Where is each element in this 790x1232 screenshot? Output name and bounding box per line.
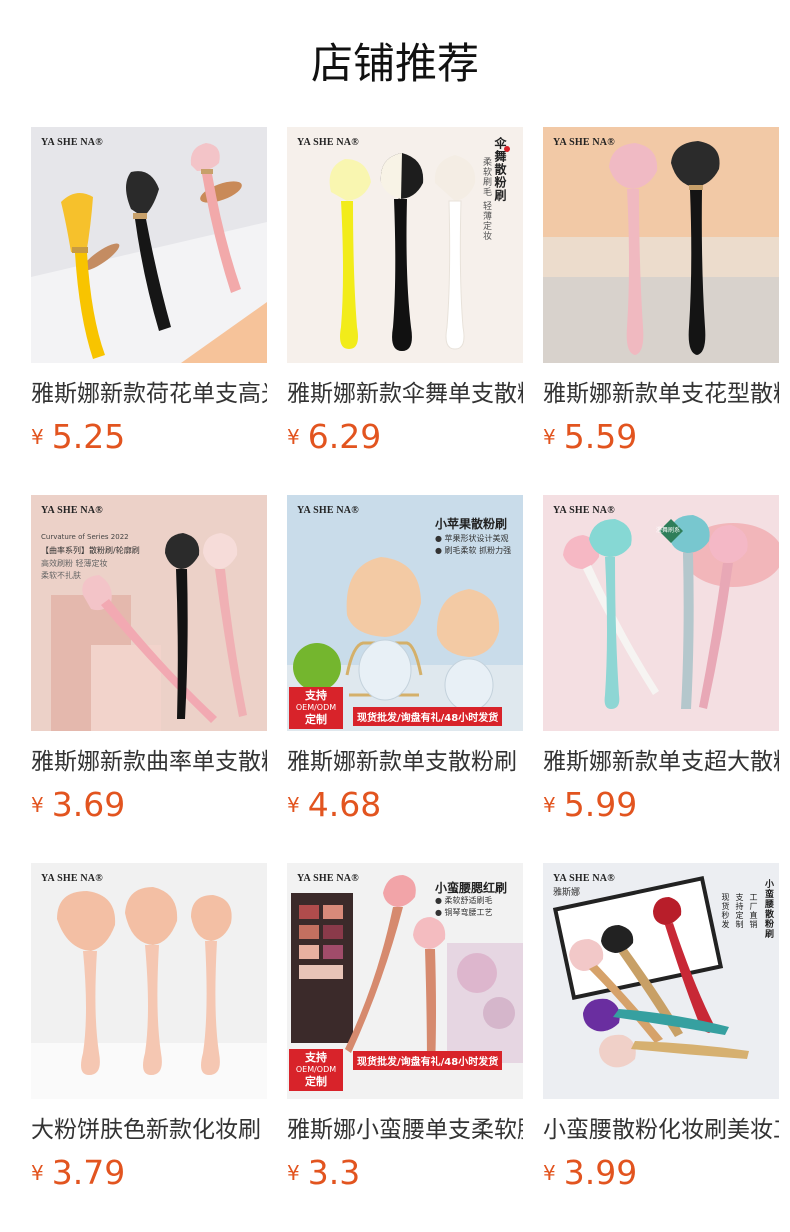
image-bullet-2: ● 铜琴弯腰工艺 <box>435 908 493 917</box>
price-value: 6.29 <box>307 417 382 456</box>
price-value: 3.3 <box>307 1153 361 1192</box>
image-col-1: 工厂直销 <box>749 893 758 929</box>
product-image[interactable]: YA SHE NA® <box>31 127 267 363</box>
image-title: 小蛮腰腮红刷 <box>435 881 508 895</box>
product-card[interactable]: YA SHE NA® 雅斯娜 小蛮腰散粉刷 工厂直销 支持定制 现货秒发 小蛮腰… <box>543 863 779 1203</box>
currency-symbol: ¥ <box>31 1161 44 1185</box>
currency-symbol: ¥ <box>31 793 44 817</box>
product-image[interactable]: YA SHE NA® 雅斯娜 小蛮腰散粉刷 工厂直销 支持定制 现货秒发 <box>543 863 779 1099</box>
product-price: ¥5.25 <box>31 417 125 457</box>
product-name[interactable]: 雅斯娜新款单支散粉刷 <box>287 747 523 777</box>
product-image[interactable]: YA SHE NA® Curvature of Series 2022 【曲率系… <box>31 495 267 731</box>
price-value: 5.99 <box>563 785 638 824</box>
product-name[interactable]: 雅斯娜新款曲率单支散粉刷 <box>31 747 267 777</box>
product-card[interactable]: YA SHE NA® 大粉饼肤色新款化妆刷 ¥3.79 <box>31 863 267 1203</box>
product-price: ¥3.3 <box>287 1153 360 1193</box>
image-feature-2: 柔软不扎肤 <box>41 571 81 580</box>
brand-label: YA SHE NA® <box>553 505 615 516</box>
oem-badge: 支持 OEM/ODM 定制 <box>289 1049 343 1091</box>
product-card[interactable]: YA SHE NA® Curvature of Series 2022 【曲率系… <box>31 495 267 835</box>
product-name[interactable]: 雅斯娜新款单支花型散粉刷 <box>543 379 779 409</box>
product-card[interactable]: YA SHE NA® 漫舞刷系 雅斯娜新款单支超大散粉刷 ¥5.99 <box>543 495 779 835</box>
product-card[interactable]: YA SHE NA® 伞舞散粉刷 柔软刷毛 轻薄定妆 雅斯娜新款伞舞单支散粉刷 … <box>287 127 523 467</box>
price-value: 3.99 <box>563 1153 638 1192</box>
product-name[interactable]: 雅斯娜新款荷花单支高光散粉刷 <box>31 379 267 409</box>
image-vertical-title: 小蛮腰散粉刷 <box>763 879 773 939</box>
oem-badge-bottom: 定制 <box>305 713 327 726</box>
product-image[interactable]: YA SHE NA® 漫舞刷系 <box>543 495 779 731</box>
product-price: ¥3.99 <box>543 1153 637 1193</box>
image-vertical-title: 伞舞散粉刷 <box>493 137 507 202</box>
price-value: 3.79 <box>51 1153 126 1192</box>
promo-banner: 现货批发/询盘有礼/48小时发货 <box>353 1051 503 1070</box>
product-price: ¥3.79 <box>31 1153 125 1193</box>
brand-label: YA SHE NA® <box>41 873 103 884</box>
image-bullet-1: ● 苹果形状设计美观 <box>435 534 509 543</box>
image-badge: 漫舞刷系 <box>656 527 681 534</box>
product-price: ¥4.68 <box>287 785 381 825</box>
price-value: 3.69 <box>51 785 126 824</box>
oem-badge-bottom: 定制 <box>305 1075 327 1088</box>
product-image[interactable]: YA SHE NA® 小苹果散粉刷 ● 苹果形状设计美观 ● 刷毛柔软 抓粉力强… <box>287 495 523 731</box>
brand-label: YA SHE NA® <box>297 873 359 884</box>
oem-badge-top: 支持 <box>305 1051 327 1064</box>
brand-label: YA SHE NA® <box>553 873 615 884</box>
oem-badge-top: 支持 <box>305 689 327 702</box>
currency-symbol: ¥ <box>31 425 44 449</box>
image-series-en: Curvature of Series 2022 <box>41 533 129 541</box>
product-price: ¥5.99 <box>543 785 637 825</box>
price-value: 5.25 <box>51 417 126 456</box>
image-vertical-subtitle: 柔软刷毛 轻薄定妆 <box>481 157 491 241</box>
image-col-2: 支持定制 <box>735 893 744 929</box>
product-name[interactable]: 雅斯娜新款单支超大散粉刷 <box>543 747 779 777</box>
product-image[interactable]: YA SHE NA® <box>543 127 779 363</box>
currency-symbol: ¥ <box>543 425 556 449</box>
product-image[interactable]: YA SHE NA® 伞舞散粉刷 柔软刷毛 轻薄定妆 <box>287 127 523 363</box>
product-card[interactable]: YA SHE NA® 小蛮腰腮红刷 ● 柔软舒适刷毛 ● 铜琴弯腰工艺 支持 O… <box>287 863 523 1203</box>
oem-badge: 支持 OEM/ODM 定制 <box>289 687 343 729</box>
product-card[interactable]: YA SHE NA® 雅斯娜新款荷花单支高光散粉刷 ¥5.25 <box>31 127 267 467</box>
product-card[interactable]: YA SHE NA® 小苹果散粉刷 ● 苹果形状设计美观 ● 刷毛柔软 抓粉力强… <box>287 495 523 835</box>
currency-symbol: ¥ <box>543 1161 556 1185</box>
image-series-cn: 【曲率系列】散粉刷/轮廓刷 <box>41 546 140 555</box>
currency-symbol: ¥ <box>287 425 300 449</box>
product-name[interactable]: 雅斯娜新款伞舞单支散粉刷 <box>287 379 523 409</box>
brand-label: YA SHE NA® <box>297 137 359 148</box>
image-bullet-2-text: 铜琴弯腰工艺 <box>444 908 493 917</box>
image-feature-1: 高效刷粉 轻薄定妆 <box>41 559 108 568</box>
page-title: 店铺推荐 <box>310 39 479 88</box>
image-bullet-1-text: 苹果形状设计美观 <box>444 534 509 543</box>
product-image[interactable]: YA SHE NA® <box>31 863 267 1099</box>
product-name[interactable]: 小蛮腰散粉化妆刷美妆工具 <box>543 1115 779 1145</box>
currency-symbol: ¥ <box>287 793 300 817</box>
image-bullet-1-text: 柔软舒适刷毛 <box>444 896 493 905</box>
product-price: ¥5.59 <box>543 417 637 457</box>
promo-banner: 现货批发/询盘有礼/48小时发货 <box>353 707 503 726</box>
product-card[interactable]: YA SHE NA® 雅斯娜新款单支花型散粉刷 ¥5.59 <box>543 127 779 467</box>
brand-label: YA SHE NA® <box>297 505 359 516</box>
brand-label: YA SHE NA® <box>41 137 103 148</box>
image-brand-cn: 雅斯娜 <box>553 888 581 898</box>
currency-symbol: ¥ <box>543 793 556 817</box>
product-price: ¥3.69 <box>31 785 125 825</box>
product-image[interactable]: YA SHE NA® 小蛮腰腮红刷 ● 柔软舒适刷毛 ● 铜琴弯腰工艺 支持 O… <box>287 863 523 1099</box>
image-col-3: 现货秒发 <box>721 893 730 929</box>
product-price: ¥6.29 <box>287 417 381 457</box>
price-value: 5.59 <box>563 417 638 456</box>
image-bullet-1: ● 柔软舒适刷毛 <box>435 896 493 905</box>
brand-label: YA SHE NA® <box>553 137 615 148</box>
image-bullet-2: ● 刷毛柔软 抓粉力强 <box>435 546 512 555</box>
image-bullet-2-text: 刷毛柔软 抓粉力强 <box>444 546 512 555</box>
brand-label: YA SHE NA® <box>41 505 103 516</box>
price-value: 4.68 <box>307 785 382 824</box>
image-title: 小苹果散粉刷 <box>435 517 508 531</box>
currency-symbol: ¥ <box>287 1161 300 1185</box>
product-name[interactable]: 雅斯娜小蛮腰单支柔软腮红刷 <box>287 1115 523 1145</box>
product-name[interactable]: 大粉饼肤色新款化妆刷 <box>31 1115 267 1145</box>
